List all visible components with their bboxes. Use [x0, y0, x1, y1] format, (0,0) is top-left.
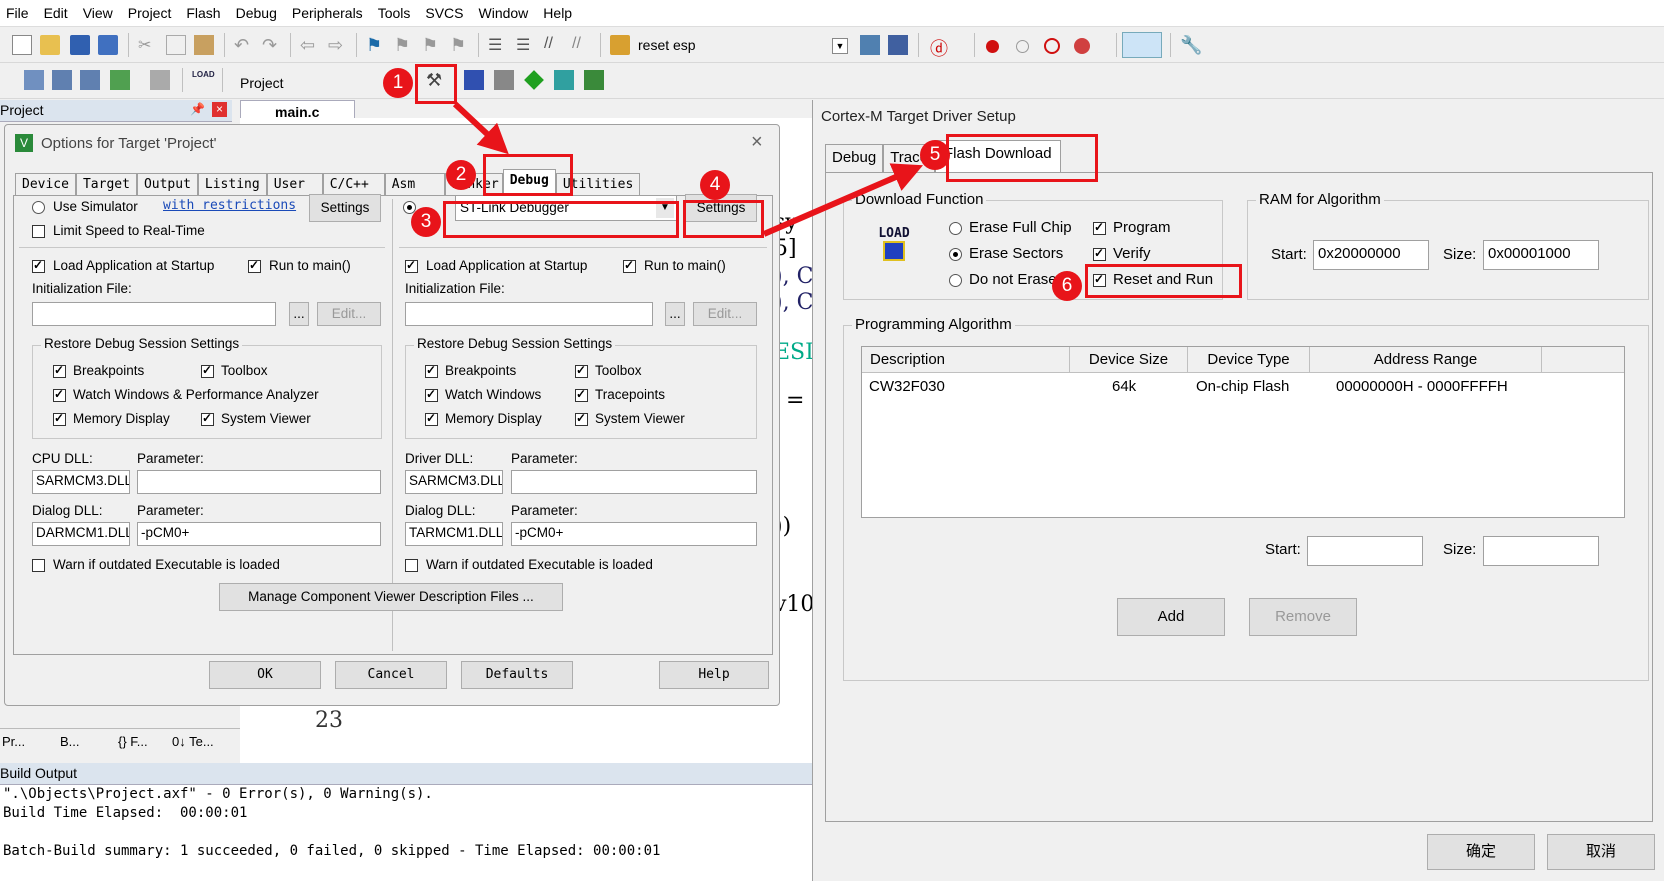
- annotation-arrows: [452, 101, 924, 237]
- annotation-badge-2: 2: [446, 160, 476, 190]
- arrow-to-flash-download: [762, 163, 924, 237]
- annotation-badge-6: 6: [1052, 271, 1082, 301]
- annotation-badge-3: 3: [411, 207, 441, 237]
- annotation-badge-1: 1: [383, 68, 413, 98]
- arrow-to-debug-tab: [452, 101, 509, 155]
- annotation-badge-4: 4: [700, 170, 730, 200]
- annotation-badge-5: 5: [920, 140, 950, 170]
